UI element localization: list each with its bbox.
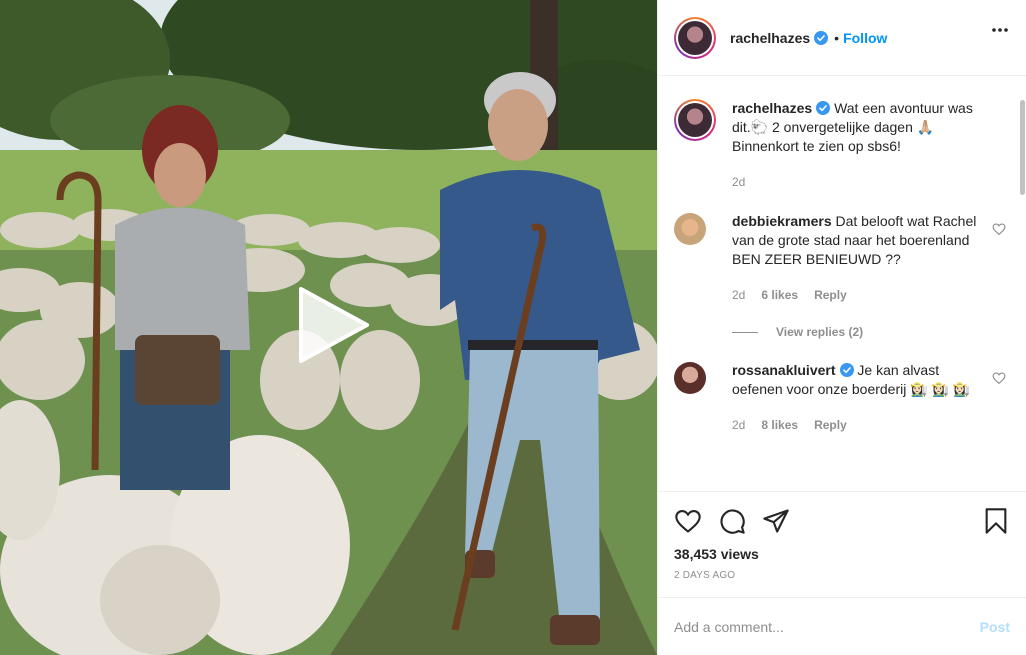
post-actions: 38,453 views 2 DAYS AGO — [658, 491, 1026, 581]
view-count[interactable]: 38,453 views — [674, 546, 1010, 562]
more-options-icon[interactable] — [992, 28, 1008, 32]
comment-input[interactable] — [674, 618, 980, 635]
caption-username[interactable]: rachelhazes — [732, 100, 812, 116]
reply-button[interactable]: Reply — [814, 286, 847, 305]
comment-icon[interactable] — [718, 507, 746, 535]
verified-icon — [839, 363, 854, 377]
heart-icon[interactable] — [992, 371, 1006, 385]
comment-avatar[interactable] — [674, 362, 706, 394]
post-timestamp[interactable]: 2 DAYS AGO — [674, 570, 1010, 581]
comment: rossanakluivert Je kan alvast oefenen vo… — [674, 361, 1010, 435]
comment-avatar[interactable] — [674, 213, 706, 245]
author-avatar[interactable] — [674, 16, 716, 59]
comment-time: 2d — [732, 418, 746, 432]
comments-scrollbar[interactable] — [1020, 100, 1025, 195]
post-video[interactable] — [0, 0, 657, 655]
heart-icon[interactable] — [674, 507, 702, 535]
caption-time: 2d — [732, 175, 746, 189]
caption: rachelhazes Wat een avontuur was dit.🐑 2… — [674, 99, 1010, 192]
caption-avatar[interactable] — [674, 99, 716, 141]
view-replies-button[interactable]: View replies (2) — [732, 325, 1010, 339]
comments-list[interactable]: rachelhazes Wat een avontuur was dit.🐑 2… — [658, 77, 1026, 490]
comment-username[interactable]: debbiekramers — [732, 213, 832, 229]
add-comment-bar: Post — [658, 597, 1026, 655]
comment: debbiekramers Dat belooft wat Rachel van… — [674, 212, 1010, 305]
post-comment-button[interactable]: Post — [980, 619, 1010, 635]
separator-dot: • — [834, 29, 840, 46]
post-header: rachelhazes • Follow — [658, 0, 1026, 76]
heart-icon[interactable] — [992, 222, 1006, 236]
instagram-post: rachelhazes • Follow rachelhazes Wat een… — [0, 0, 1026, 655]
view-replies-label: View replies (2) — [776, 325, 864, 339]
comment-likes[interactable]: 8 likes — [761, 416, 798, 435]
comment-time: 2d — [732, 288, 746, 302]
comment-likes[interactable]: 6 likes — [761, 286, 798, 305]
replies-divider — [732, 331, 758, 333]
post-side-panel: rachelhazes • Follow rachelhazes Wat een… — [657, 0, 1026, 655]
verified-icon — [814, 30, 829, 45]
verified-icon — [816, 101, 831, 115]
comment-username[interactable]: rossanakluivert — [732, 362, 836, 378]
share-icon[interactable] — [762, 507, 790, 535]
reply-button[interactable]: Reply — [814, 416, 847, 435]
play-icon[interactable] — [293, 285, 373, 365]
follow-button[interactable]: Follow — [843, 30, 887, 46]
bookmark-icon[interactable] — [982, 507, 1010, 535]
author-username[interactable]: rachelhazes — [730, 30, 810, 46]
